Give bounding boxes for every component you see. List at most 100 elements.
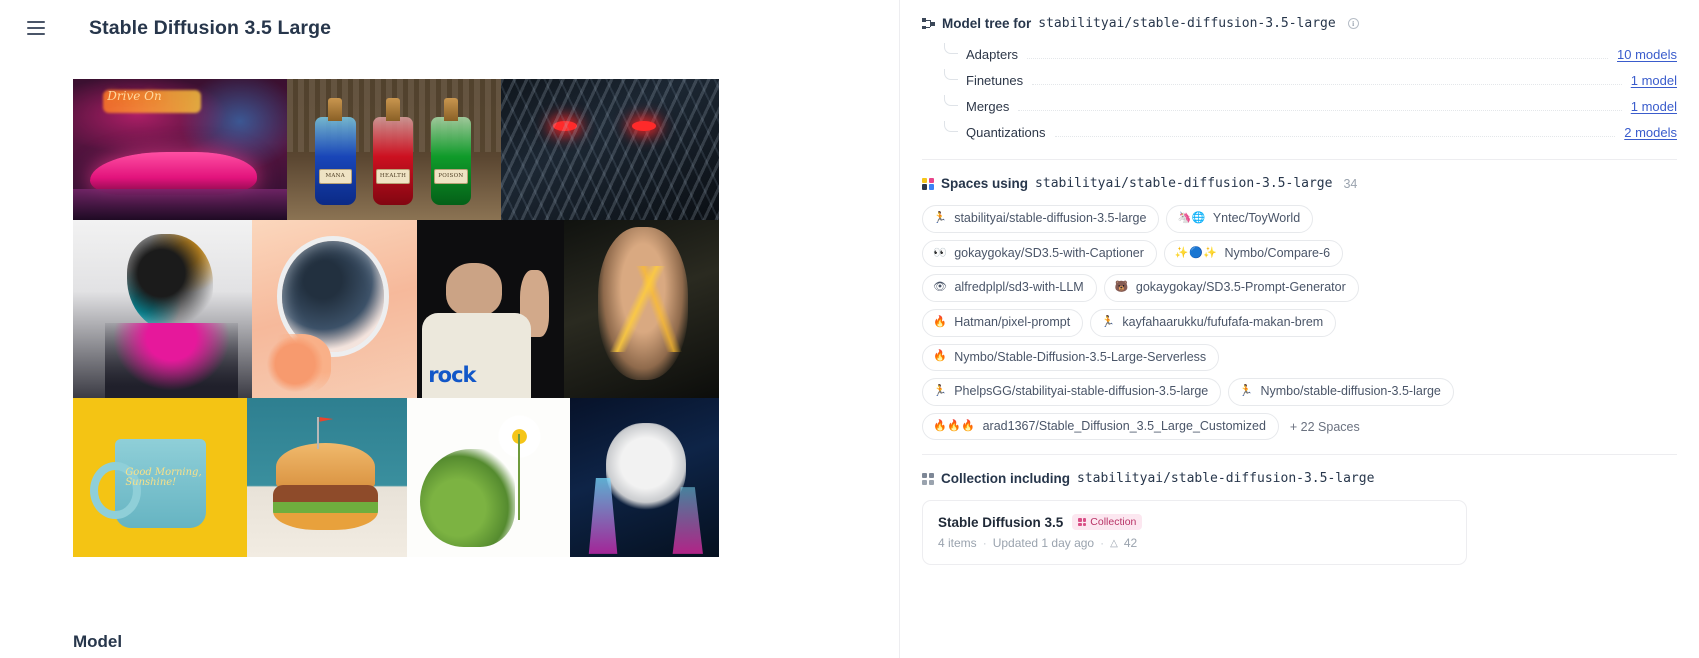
model-tree-row-adapters[interactable]: Adapters 10 models — [944, 41, 1677, 67]
sidebar-column: Model tree for stabilityai/stable-diffus… — [899, 0, 1699, 658]
space-emoji-icon: 🔥 — [933, 315, 948, 328]
tree-row-label: Merges — [966, 98, 1010, 114]
space-chip[interactable]: 🏃 stabilityai/stable-diffusion-3.5-large — [922, 205, 1160, 233]
gallery-caption: Drive On — [107, 88, 162, 103]
model-tree-header: Model tree for stabilityai/stable-diffus… — [922, 16, 1677, 31]
spaces-header: Spaces using stabilityai/stable-diffusio… — [922, 176, 1677, 191]
space-chip-label: gokaygokay/SD3.5-Prompt-Generator — [1135, 280, 1346, 295]
model-tree-section: Model tree for stabilityai/stable-diffus… — [922, 0, 1677, 159]
space-chip[interactable]: 🏃 Nymbo/stable-diffusion-3.5-large — [1228, 378, 1454, 406]
model-tree-rows: Adapters 10 models Finetunes 1 model Mer… — [922, 41, 1677, 145]
space-chip[interactable]: 🏃 PhelpsGG/stabilityai-stable-diffusion-… — [922, 378, 1222, 406]
collection-updated: Updated 1 day ago — [992, 536, 1095, 551]
gallery-row-2: rock — [73, 220, 719, 398]
gallery-caption: Good Morning, Sunshine! — [125, 466, 202, 489]
space-chip[interactable]: 🐻 gokaygokay/SD3.5-Prompt-Generator — [1103, 274, 1359, 302]
spaces-title: Spaces using — [941, 176, 1029, 191]
tree-leader-dots — [1054, 127, 1616, 137]
potion-bottle-mana: MANA — [314, 97, 356, 205]
space-emoji-icon: 🔥🔥🔥 — [933, 419, 976, 432]
collection-badge-icon — [1078, 518, 1087, 527]
collection-title: Collection including — [941, 471, 1070, 487]
bottle-label-poison: POISON — [434, 168, 468, 184]
gallery-image-potion-bottles-shelf[interactable]: MANA HEALTH POISON — [287, 79, 502, 220]
tree-leader-dots — [1018, 101, 1622, 111]
gallery-image-panda-science-lab-flasks[interactable] — [570, 398, 719, 557]
collection-type-badge: Collection — [1072, 514, 1143, 531]
bottle-label-health: HEALTH — [376, 168, 410, 184]
info-icon[interactable]: i — [1347, 18, 1359, 29]
tree-elbow-icon — [944, 43, 958, 54]
space-emoji-icon: 🏃 — [1239, 385, 1254, 398]
decor-daisy — [485, 407, 554, 521]
collection-likes: 42 — [1123, 536, 1138, 551]
decor-flasks — [672, 487, 703, 554]
meta-separator: · — [982, 536, 987, 551]
hamburger-icon[interactable] — [27, 21, 45, 35]
tree-row-count[interactable]: 10 models — [1617, 47, 1677, 62]
tree-elbow-icon — [944, 69, 958, 80]
model-tree-row-merges[interactable]: Merges 1 model — [944, 93, 1677, 119]
gallery-image-paint-splash-portrait-city[interactable] — [73, 220, 253, 398]
tree-icon — [922, 17, 935, 30]
collection-repo[interactable]: stabilityai/stable-diffusion-3.5-large — [1077, 471, 1374, 486]
space-chip-label: Hatman/pixel-prompt — [954, 314, 1071, 329]
collection-card[interactable]: Stable Diffusion 3.5 Collection 4 items … — [922, 500, 1467, 566]
tree-row-count[interactable]: 1 model — [1631, 73, 1677, 88]
space-chip[interactable]: ✨🔵✨ Nymbo/Compare-6 — [1163, 239, 1344, 268]
tree-row-count[interactable]: 1 model — [1631, 99, 1677, 114]
tree-elbow-icon — [944, 121, 958, 132]
space-chip[interactable]: 👁 alfredplpl/sd3-with-LLM — [922, 274, 1097, 302]
gallery-image-woman-gold-paint-face[interactable] — [563, 220, 719, 398]
gallery-image-black-chrome-robot-red-eyes[interactable] — [501, 79, 719, 220]
decor-floor — [73, 188, 288, 220]
gallery-image-cute-3d-burger-flag[interactable] — [247, 398, 407, 557]
gallery-image-neon-garage-pink-sportscar[interactable]: Drive On — [73, 79, 288, 220]
collection-card-meta: 4 items · Updated 1 day ago · △ 42 — [938, 536, 1451, 550]
collection-grid-icon — [922, 472, 934, 485]
potion-bottle-poison: POISON — [430, 97, 472, 205]
space-chip[interactable]: 🏃 kayfahaarukku/fufufafa-makan-brem — [1090, 308, 1337, 337]
spaces-repo[interactable]: stabilityai/stable-diffusion-3.5-large — [1035, 176, 1332, 191]
gallery-image-good-morning-coffee-mug[interactable]: Good Morning, Sunshine! — [73, 398, 248, 557]
gallery-image-man-peace-sign-rock-tshirt[interactable]: rock — [416, 220, 564, 398]
collection-card-top: Stable Diffusion 3.5 Collection — [938, 514, 1451, 531]
space-chip-label: stabilityai/stable-diffusion-3.5-large — [954, 211, 1147, 225]
space-chip-label: Nymbo/stable-diffusion-3.5-large — [1260, 384, 1441, 399]
gallery-image-cartoon-dragon-daisy-sketch[interactable] — [406, 398, 571, 557]
more-spaces-link[interactable]: + 22 Spaces — [1286, 413, 1364, 441]
collection-card-name: Stable Diffusion 3.5 — [938, 514, 1064, 530]
space-chip-label: Nymbo/Stable-Diffusion-3.5-Large-Serverl… — [954, 349, 1207, 364]
decor-plates — [501, 79, 719, 220]
space-emoji-icon: 🏃 — [933, 211, 948, 224]
tree-leader-dots — [1027, 49, 1609, 59]
collection-items-count: 4 items — [938, 536, 977, 551]
tree-elbow-icon — [944, 95, 958, 106]
spaces-count: 34 — [1343, 176, 1358, 191]
page-title: Stable Diffusion 3.5 Large — [89, 16, 332, 39]
space-emoji-icon: 🦄🌐 — [1177, 211, 1206, 224]
space-chip[interactable]: 👀 gokaygokay/SD3.5-with-Captioner — [922, 239, 1157, 268]
space-chip-label: arad1367/Stable_Diffusion_3.5_Large_Cust… — [982, 418, 1266, 433]
gallery-image-anime-astronaut-girl-flowers[interactable] — [252, 220, 417, 398]
tree-row-label: Adapters — [966, 46, 1019, 62]
space-chip[interactable]: 🔥🔥🔥 arad1367/Stable_Diffusion_3.5_Large_… — [922, 412, 1279, 441]
space-chip[interactable]: 🔥 Nymbo/Stable-Diffusion-3.5-Large-Serve… — [922, 343, 1220, 372]
space-chip-label: kayfahaarukku/fufufafa-makan-brem — [1122, 314, 1324, 329]
space-chip-label: Nymbo/Compare-6 — [1224, 245, 1331, 260]
space-chip-label: Yntec/ToyWorld — [1212, 211, 1301, 225]
gallery-row-3: Good Morning, Sunshine! — [73, 398, 719, 557]
spaces-grid-icon — [922, 177, 934, 190]
potion-bottle-health: HEALTH — [372, 97, 414, 205]
model-tree-row-finetunes[interactable]: Finetunes 1 model — [944, 67, 1677, 93]
tree-row-count[interactable]: 2 models — [1624, 125, 1677, 140]
decor-flag — [317, 417, 320, 449]
space-chip-label: alfredplpl/sd3-with-LLM — [954, 280, 1084, 295]
space-chip[interactable]: 🦄🌐 Yntec/ToyWorld — [1166, 205, 1314, 233]
model-tree-row-quantizations[interactable]: Quantizations 2 models — [944, 119, 1677, 145]
model-tree-title: Model tree for — [942, 16, 1032, 31]
collection-section: Collection including stabilityai/stable-… — [922, 455, 1677, 579]
model-tree-repo[interactable]: stabilityai/stable-diffusion-3.5-large — [1038, 16, 1335, 31]
space-chip[interactable]: 🔥 Hatman/pixel-prompt — [922, 308, 1084, 337]
gallery-caption: rock — [428, 363, 476, 388]
